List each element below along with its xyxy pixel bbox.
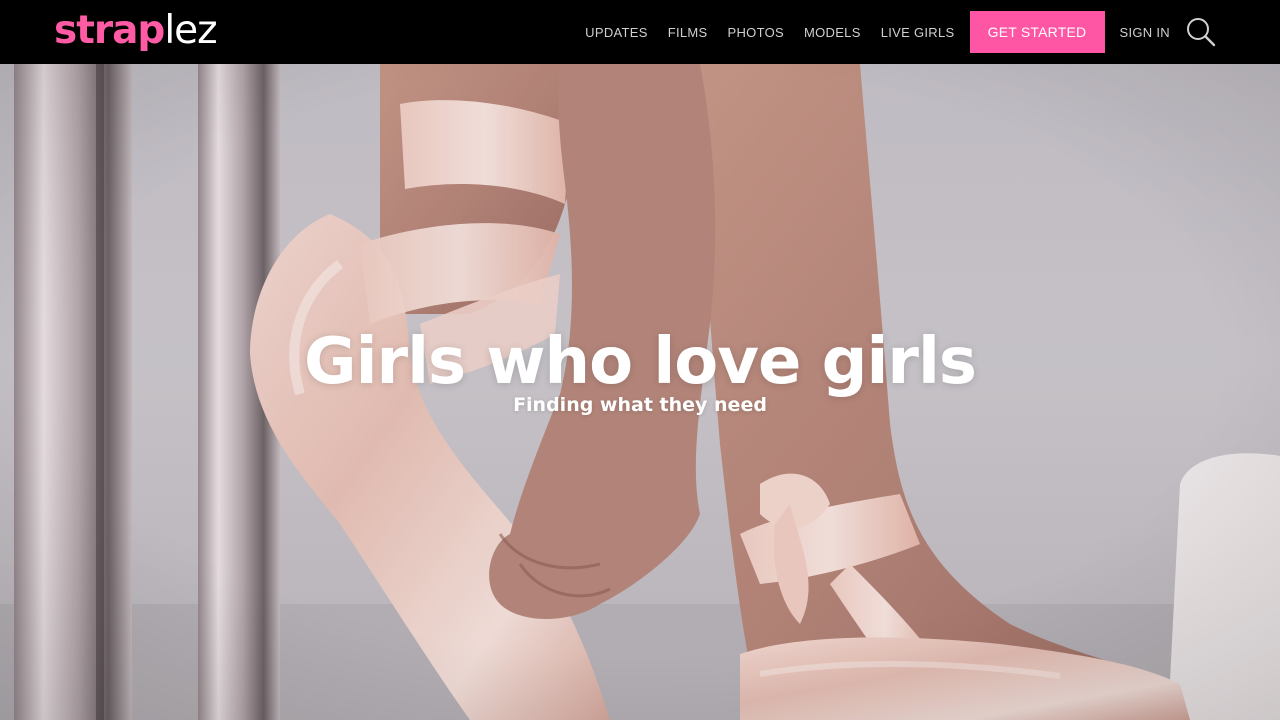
nav-link-models[interactable]: MODELS [804,25,861,40]
get-started-button[interactable]: GET STARTED [969,11,1105,53]
logo-text-strap: strap [54,8,165,53]
hero-subtitle: Finding what they need [513,394,767,416]
hero-title: Girls who love girls [304,324,977,399]
nav-link-films[interactable]: FILMS [668,25,708,40]
main-nav: UPDATES FILMS PHOTOS MODELS LIVE GIRLS G… [585,0,1216,64]
hero-banner: Girls who love girls Finding what they n… [0,64,1280,720]
nav-link-updates[interactable]: UPDATES [585,25,648,40]
search-icon [1187,18,1216,47]
nav-link-live-girls[interactable]: LIVE GIRLS [881,25,955,40]
nav-link-photos[interactable]: PHOTOS [728,25,784,40]
sign-in-link[interactable]: SIGN IN [1120,25,1171,40]
search-button[interactable] [1186,17,1216,47]
site-logo[interactable]: strap lez [54,8,218,54]
logo-text-lez: lez [164,8,217,53]
top-navigation-bar: strap lez UPDATES FILMS PHOTOS MODELS LIV… [0,0,1280,64]
